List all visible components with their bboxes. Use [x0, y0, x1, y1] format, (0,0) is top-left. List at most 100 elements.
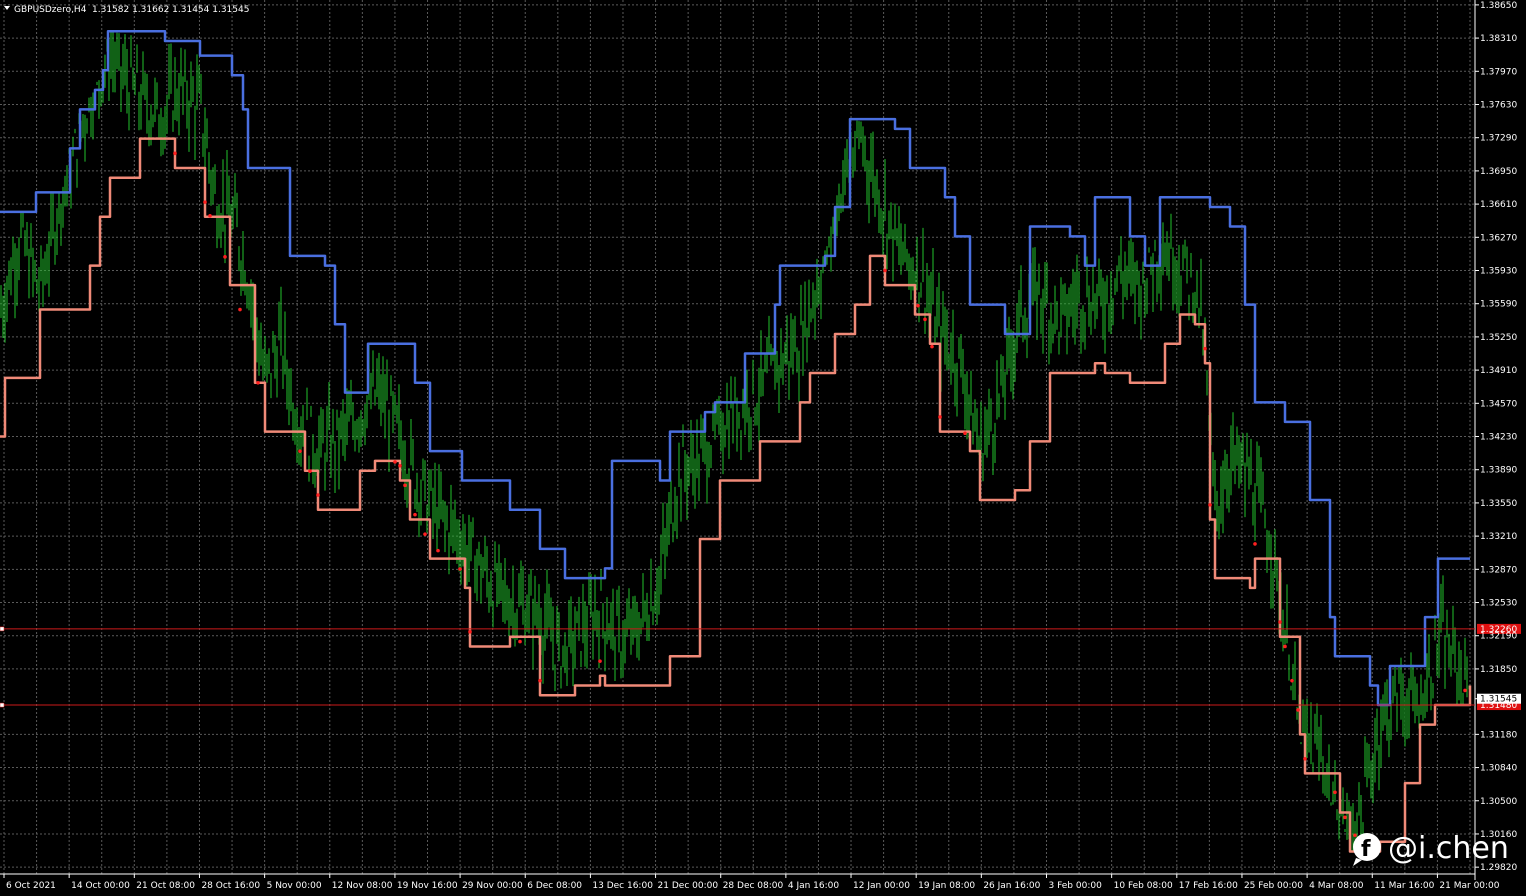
- signal-marker: [458, 567, 462, 571]
- time-tick-label: 12 Jan 00:00: [853, 881, 910, 891]
- signal-marker: [1353, 833, 1357, 838]
- price-tick-label: 1.35250: [1480, 333, 1517, 343]
- price-tick-label: 1.36270: [1480, 233, 1517, 243]
- price-tick-label: 1.32190: [1480, 632, 1517, 642]
- signal-marker: [916, 303, 920, 308]
- time-tick-label: 10 Feb 08:00: [1114, 881, 1173, 891]
- signal-marker: [883, 268, 887, 273]
- signal-marker: [203, 200, 207, 204]
- signal-marker: [436, 548, 440, 553]
- signal-marker: [393, 460, 397, 464]
- price-tick-label: 1.35590: [1480, 300, 1517, 310]
- f-glyph: f: [1361, 837, 1371, 862]
- time-tick-label: 26 Jan 16:00: [983, 881, 1040, 891]
- signal-marker: [223, 255, 227, 259]
- signal-marker: [518, 639, 522, 644]
- price-axis-labels: 1.38650 1.38310 1.37970 1.37630 1.37290 1.369…: [1475, 1, 1521, 873]
- signal-marker: [1290, 678, 1294, 683]
- ohlc-label: 1.31582 1.31662 1.31454 1.31545: [92, 5, 249, 15]
- time-tick-label: 11 Mar 16:00: [1374, 881, 1434, 891]
- chart-canvas[interactable]: 1.322601.31480 1.386501.383101.379701.37…: [0, 0, 1526, 896]
- time-tick-label: 6 Oct 2021: [6, 881, 56, 891]
- price-tick-label: 1.36950: [1480, 167, 1517, 177]
- candle-series: [0, 31, 1470, 852]
- watermark: f @i.chen: [1353, 831, 1509, 866]
- signal-marker: [468, 630, 472, 634]
- price-tick-label: 1.32530: [1480, 599, 1517, 609]
- dropdown-arrow-icon[interactable]: [4, 6, 10, 10]
- time-tick-label: 5 Nov 00:00: [267, 881, 322, 891]
- signal-marker: [403, 483, 407, 488]
- signal-marker: [1303, 756, 1307, 761]
- signal-marker: [930, 344, 934, 349]
- level-handle: [0, 626, 5, 632]
- time-tick-label: 25 Feb 00:00: [1244, 881, 1303, 891]
- level-handle: [0, 702, 5, 708]
- time-tick-label: 21 Dec 00:00: [658, 881, 719, 891]
- signal-marker: [1253, 542, 1257, 546]
- time-tick-label: 21 Mar 00:00: [1439, 881, 1499, 891]
- signal-marker: [256, 381, 260, 385]
- signal-marker: [316, 493, 320, 497]
- signal-marker: [1343, 815, 1347, 820]
- time-tick-label: 17 Feb 16:00: [1179, 881, 1238, 891]
- current-price-label: 1.31545: [1480, 695, 1517, 705]
- signal-marker: [1463, 688, 1467, 693]
- time-tick-label: 4 Jan 16:00: [788, 881, 840, 891]
- signal-marker: [538, 678, 542, 683]
- signal-marker: [1283, 644, 1287, 649]
- time-tick-label: 19 Nov 16:00: [397, 881, 458, 891]
- signal-marker: [208, 214, 212, 218]
- price-tick-label: 1.34230: [1480, 433, 1517, 443]
- time-tick-label: 21 Oct 08:00: [136, 881, 195, 891]
- signal-marker: [238, 307, 242, 312]
- symbol-label: GBPUSDzero,H4: [14, 5, 87, 15]
- signal-marker: [923, 317, 927, 322]
- time-tick-label: 6 Dec 08:00: [527, 881, 582, 891]
- time-tick-label: 4 Mar 08:00: [1309, 881, 1364, 891]
- signal-marker: [1296, 708, 1300, 712]
- signal-marker: [1278, 620, 1282, 624]
- signal-marker: [413, 512, 417, 517]
- time-tick-label: 19 Jan 08:00: [918, 881, 975, 891]
- signal-marker: [398, 464, 402, 468]
- price-tick-label: 1.38310: [1480, 34, 1517, 44]
- time-tick-label: 13 Dec 16:00: [592, 881, 653, 891]
- price-tick-label: 1.33550: [1480, 499, 1517, 509]
- signal-marker: [298, 449, 302, 453]
- price-tick-label: 1.31180: [1480, 730, 1517, 740]
- time-tick-label: 12 Nov 08:00: [332, 881, 393, 891]
- signal-marker: [1203, 346, 1207, 351]
- price-tick-label: 1.37970: [1480, 67, 1517, 77]
- price-tick-label: 1.38650: [1480, 1, 1517, 11]
- time-tick-label: 14 Oct 00:00: [71, 881, 130, 891]
- time-tick-label: 3 Feb 00:00: [1048, 881, 1102, 891]
- signal-marker: [1333, 790, 1337, 795]
- signal-marker: [423, 532, 427, 536]
- price-tick-label: 1.35930: [1480, 267, 1517, 277]
- time-tick-label: 28 Dec 08:00: [723, 881, 784, 891]
- signal-marker: [598, 659, 602, 663]
- watermark-text: @i.chen: [1388, 831, 1509, 866]
- price-tick-label: 1.31850: [1480, 665, 1517, 675]
- signal-marker: [308, 469, 312, 473]
- upper-band-line: [0, 29, 1470, 707]
- price-tick-label: 1.37630: [1480, 100, 1517, 110]
- time-tick-label: 28 Oct 16:00: [201, 881, 260, 891]
- signal-marker: [1208, 503, 1212, 507]
- price-tick-label: 1.36610: [1480, 200, 1517, 210]
- price-tick-label: 1.34570: [1480, 399, 1517, 409]
- band-lines: [0, 29, 1472, 853]
- signal-marker: [963, 431, 967, 436]
- price-tick-label: 1.33210: [1480, 532, 1517, 542]
- price-tick-label: 1.33890: [1480, 466, 1517, 476]
- chart-header: GBPUSDzero,H4 1.31582 1.31662 1.31454 1.…: [4, 5, 249, 15]
- price-tick-label: 1.30840: [1480, 764, 1517, 774]
- time-axis-labels: 6 Oct 2021 14 Oct 00:00 21 Oct 08:00 28 Oct…: [3, 874, 1500, 891]
- price-tick-label: 1.34910: [1480, 366, 1517, 376]
- signal-marker: [938, 415, 942, 419]
- price-tick-label: 1.37290: [1480, 134, 1517, 144]
- price-tick-label: 1.32870: [1480, 565, 1517, 575]
- time-tick-label: 29 Nov 00:00: [462, 881, 523, 891]
- signal-marker: [173, 151, 177, 156]
